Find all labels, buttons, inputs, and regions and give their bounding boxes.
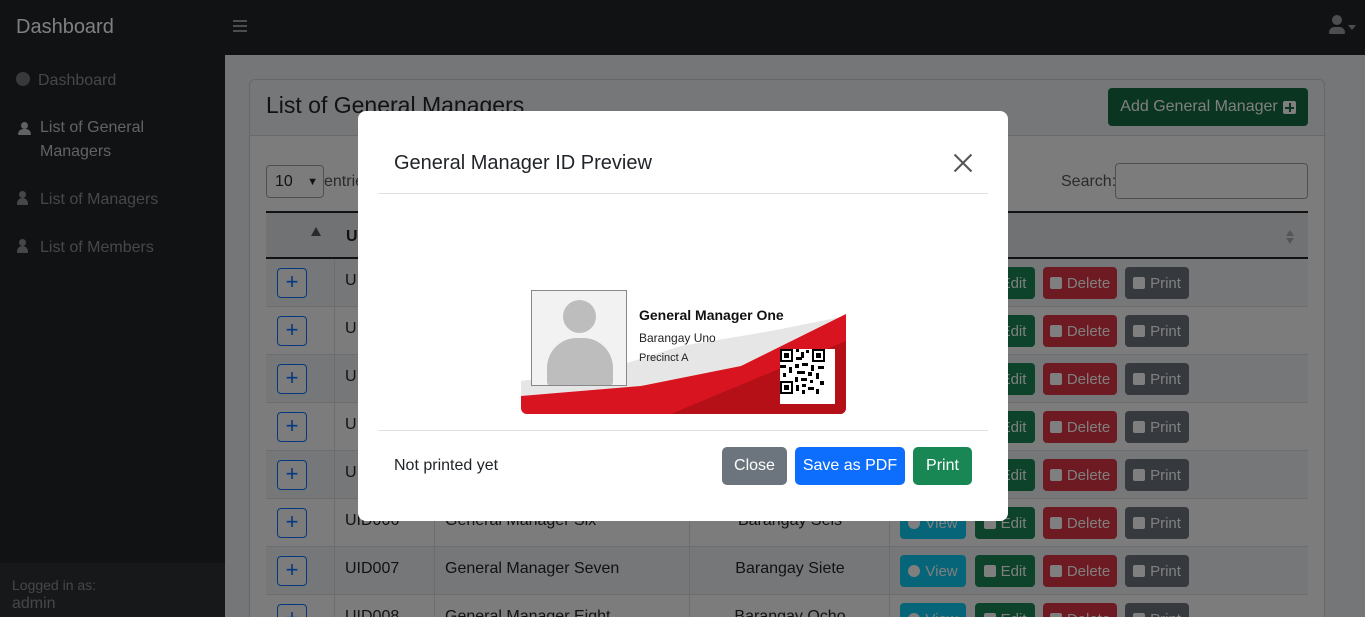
id-card-precinct: Precinct A [639, 352, 689, 364]
id-card-barangay: Barangay Uno [639, 331, 716, 345]
id-card-name: General Manager One [639, 307, 784, 323]
close-icon[interactable] [953, 153, 973, 173]
avatar-placeholder [531, 290, 627, 386]
qr-code-icon [780, 349, 835, 404]
print-button[interactable]: Print [913, 447, 972, 485]
id-preview-modal: General Manager ID Preview General Manag… [358, 111, 1008, 521]
modal-title: General Manager ID Preview [394, 152, 652, 174]
save-as-pdf-button[interactable]: Save as PDF [795, 447, 905, 485]
close-button[interactable]: Close [722, 447, 787, 485]
print-status-text: Not printed yet [394, 457, 499, 474]
id-card-preview: General Manager One Barangay Uno Precinc… [521, 286, 846, 414]
modal-header-divider [378, 193, 988, 194]
modal-footer-divider [378, 430, 988, 431]
